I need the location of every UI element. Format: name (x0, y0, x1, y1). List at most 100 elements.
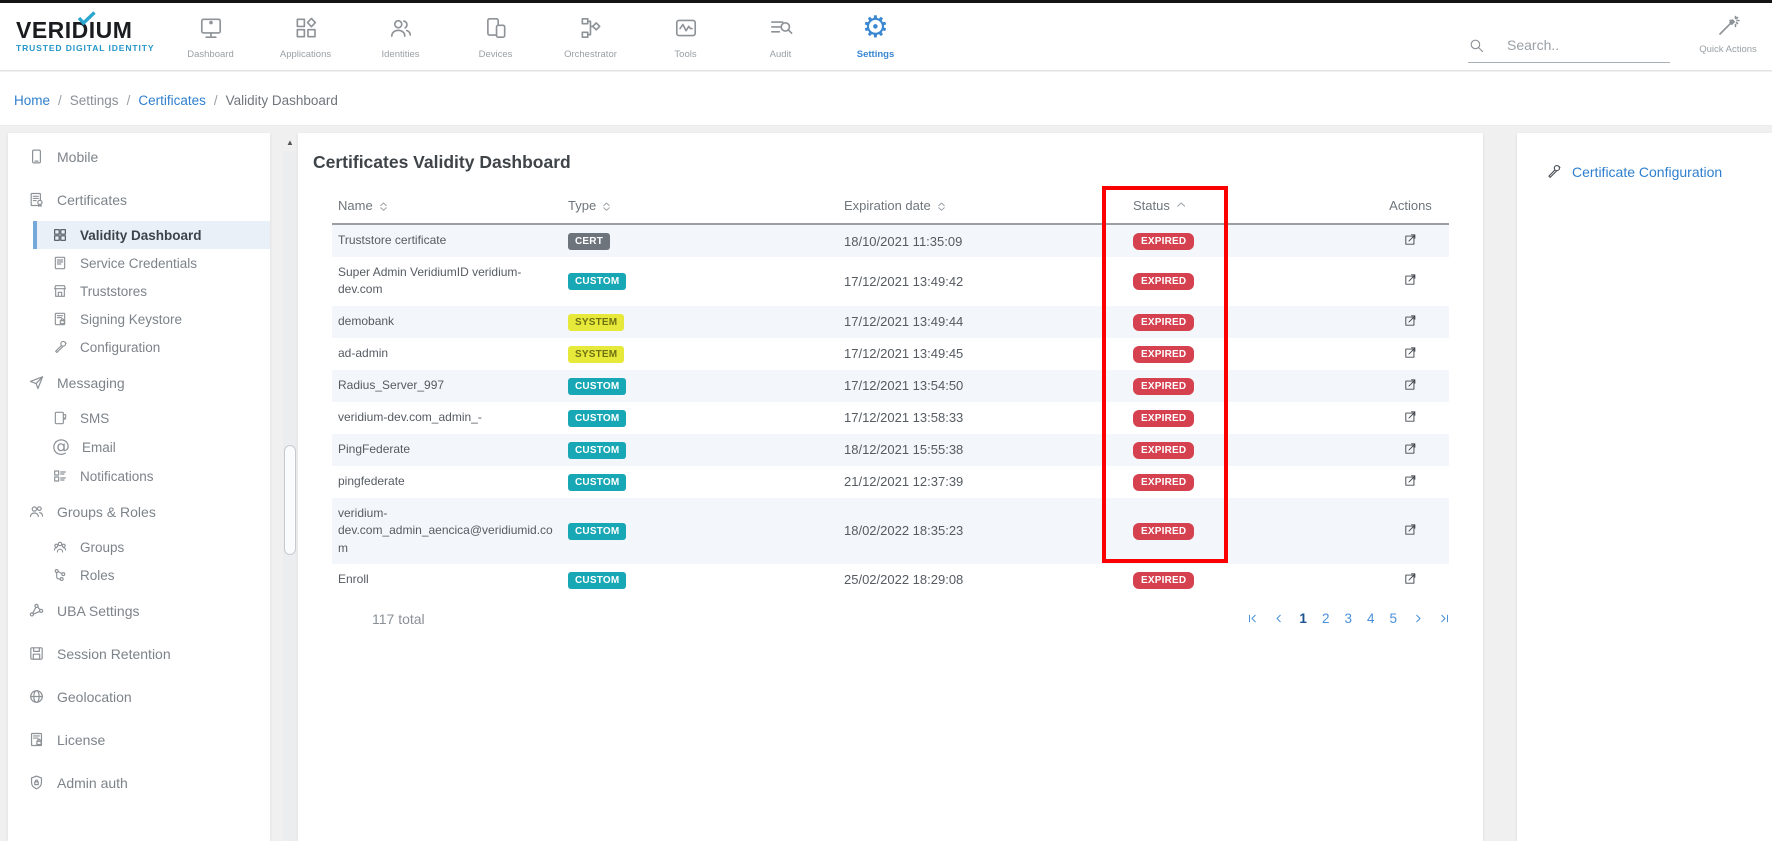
open-certificate-icon[interactable] (1403, 313, 1418, 328)
column-header-status[interactable]: Status (1122, 190, 1372, 224)
table-row: ad-adminSYSTEM17/12/2021 13:49:45EXPIRED (332, 338, 1449, 370)
certificates-validity-dashboard-page: { "topbar": { "brand": { "name": "VERIDI… (0, 0, 1772, 841)
status-badge: EXPIRED (1133, 474, 1194, 491)
open-certificate-icon[interactable] (1403, 473, 1418, 488)
scrollbar-thumb[interactable] (284, 445, 296, 555)
sidebar-item-label: Groups & Roles (57, 504, 156, 520)
open-certificate-icon[interactable] (1403, 441, 1418, 456)
nav-item-identities[interactable]: Identities (353, 14, 448, 60)
sidebar-item-geolocation[interactable]: Geolocation (8, 675, 270, 718)
breadcrumb-item-home[interactable]: Home (14, 93, 50, 108)
nav-item-applications[interactable]: Applications (258, 14, 353, 60)
breadcrumb-item-validity-dashboard: Validity Dashboard (226, 93, 338, 108)
page-title: Certificates Validity Dashboard (313, 152, 1483, 173)
open-certificate-icon[interactable] (1403, 232, 1418, 247)
certificate-name: ad-admin (332, 338, 562, 370)
column-header-name[interactable]: Name (332, 190, 562, 224)
type-badge: CUSTOM (568, 523, 626, 540)
nav-item-audit[interactable]: Audit (733, 14, 828, 60)
table-row: Super Admin VeridiumID veridium-dev.comC… (332, 257, 1449, 306)
right-panel: Certificate Configuration (1517, 133, 1772, 841)
open-certificate-icon[interactable] (1403, 272, 1418, 287)
sidebar-item-admin-auth[interactable]: Admin auth (8, 761, 270, 804)
previous-page-button[interactable] (1273, 613, 1284, 624)
expiration-date: 21/12/2021 12:37:39 (832, 466, 1122, 498)
sidebar-item-certificates[interactable]: Certificates (8, 178, 270, 221)
certificate-configuration-link[interactable]: Certificate Configuration (1545, 163, 1772, 180)
column-header-expiration-date[interactable]: Expiration date (832, 190, 1122, 224)
open-certificate-icon[interactable] (1403, 571, 1418, 586)
actions-cell (1372, 338, 1449, 370)
status-badge: EXPIRED (1133, 410, 1194, 427)
nav-item-orchestrator[interactable]: Orchestrator (543, 14, 638, 60)
sidebar-item-label: Admin auth (57, 775, 128, 791)
nav-item-tools[interactable]: Tools (638, 14, 733, 60)
table-row: Truststore certificateCERT18/10/2021 11:… (332, 224, 1449, 257)
sidebar-item-session-retention[interactable]: Session Retention (8, 632, 270, 675)
certificate-type-cell: SYSTEM (562, 306, 832, 338)
total-count-label: 117 total (332, 611, 425, 627)
certificate-type-cell: CUSTOM (562, 466, 832, 498)
sidebar-item-sms[interactable]: SMS (8, 404, 270, 432)
sidebar-item-groups[interactable]: Groups (8, 533, 270, 561)
actions-cell (1372, 224, 1449, 257)
scroll-up-arrow[interactable]: ▲ (282, 136, 298, 150)
orchestrator-icon (578, 14, 604, 42)
sidebar-item-configuration[interactable]: Configuration (8, 333, 270, 361)
checklist-icon (52, 468, 68, 484)
table-row: EnrollCUSTOM25/02/2022 18:29:08EXPIRED (332, 564, 1449, 596)
sidebar-item-label: Notifications (80, 469, 154, 484)
nav-item-settings[interactable]: ⚙Settings (828, 14, 923, 60)
actions-cell (1372, 306, 1449, 338)
sidebar-item-messaging[interactable]: Messaging (8, 361, 270, 404)
floppy-icon (28, 645, 45, 662)
page-number-5[interactable]: 5 (1389, 611, 1397, 626)
nav-item-devices[interactable]: Devices (448, 14, 543, 60)
page-number-1[interactable]: 1 (1299, 611, 1307, 626)
nav-item-label: Audit (770, 49, 792, 60)
sidebar-item-label: Email (82, 440, 116, 455)
column-label: Actions (1389, 198, 1432, 213)
open-certificate-icon[interactable] (1403, 377, 1418, 392)
sidebar-item-groups-roles[interactable]: Groups & Roles (8, 490, 270, 533)
main-content-card: Certificates Validity Dashboard NameType… (298, 133, 1483, 841)
sidebar-item-license[interactable]: License (8, 718, 270, 761)
sidebar-item-uba-settings[interactable]: UBA Settings (8, 589, 270, 632)
monitor-icon (198, 14, 224, 42)
open-certificate-icon[interactable] (1403, 345, 1418, 360)
sort-icon (602, 202, 611, 211)
sidebar-item-mobile[interactable]: Mobile (8, 135, 270, 178)
nav-item-label: Orchestrator (564, 49, 617, 60)
breadcrumb-separator: / (127, 93, 131, 108)
sidebar-item-notifications[interactable]: Notifications (8, 462, 270, 490)
nav-item-dashboard[interactable]: Dashboard (163, 14, 258, 60)
globe-icon (28, 688, 45, 705)
page-number-2[interactable]: 2 (1322, 611, 1330, 626)
first-page-button[interactable] (1247, 613, 1258, 624)
search-input[interactable] (1507, 37, 1657, 53)
sidebar-item-truststores[interactable]: Truststores (8, 277, 270, 305)
sidebar-item-label: Signing Keystore (80, 312, 182, 327)
table-row: pingfederateCUSTOM21/12/2021 12:37:39EXP… (332, 466, 1449, 498)
status-badge: EXPIRED (1133, 314, 1194, 331)
column-header-type[interactable]: Type (562, 190, 832, 224)
breadcrumb-item-certificates[interactable]: Certificates (138, 93, 206, 108)
sidebar-item-label: Messaging (57, 375, 125, 391)
sidebar-item-signing-keystore[interactable]: Signing Keystore (8, 305, 270, 333)
sidebar-item-roles[interactable]: Roles (8, 561, 270, 589)
quick-actions-button[interactable]: Quick Actions (1688, 14, 1768, 55)
sidebar-item-email[interactable]: @Email (8, 432, 270, 462)
table-body: Truststore certificateCERT18/10/2021 11:… (332, 224, 1449, 596)
certificate-configuration-label: Certificate Configuration (1572, 164, 1722, 180)
page-number-4[interactable]: 4 (1367, 611, 1375, 626)
table-row: Radius_Server_997CUSTOM17/12/2021 13:54:… (332, 370, 1449, 402)
table-row: veridium-dev.com_admin_-CUSTOM17/12/2021… (332, 402, 1449, 434)
sidebar-item-validity-dashboard[interactable]: Validity Dashboard (33, 221, 270, 249)
certificate-type-cell: CUSTOM (562, 564, 832, 596)
sidebar-item-service-credentials[interactable]: Service Credentials (8, 249, 270, 277)
page-number-3[interactable]: 3 (1344, 611, 1352, 626)
open-certificate-icon[interactable] (1403, 409, 1418, 424)
last-page-button[interactable] (1438, 613, 1449, 624)
next-page-button[interactable] (1412, 613, 1423, 624)
open-certificate-icon[interactable] (1403, 522, 1418, 537)
